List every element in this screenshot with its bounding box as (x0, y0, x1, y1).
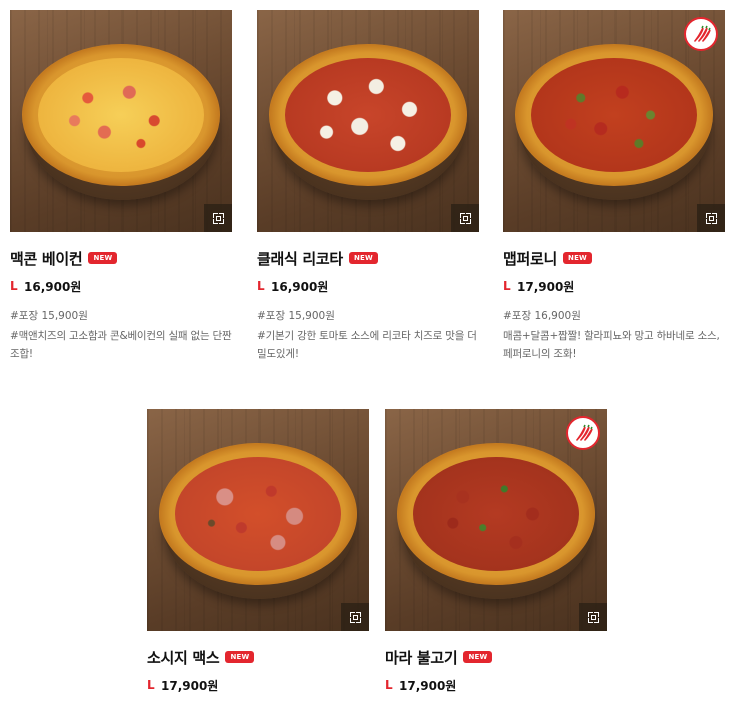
price: 17,900원 (399, 678, 457, 693)
pizza-image (22, 44, 220, 186)
product-card-mala-bulgogi[interactable]: 마라 불고기 NEW L 17,900원 (385, 409, 607, 694)
product-description: 매콤+달콤+짭짤! 할라피뇨와 망고 하바네로 소스, 페퍼로니의 조화! (503, 330, 720, 360)
pizza-image (515, 44, 713, 186)
pizza-image (159, 443, 357, 585)
product-card-mappeoroni[interactable]: 맵퍼로니 NEW L 17,900원 #포장 16,900원 매콤+달콤+짭짤!… (503, 10, 725, 363)
spicy-pepper-icon (684, 17, 718, 51)
pack-price: #포장 15,900원 (257, 310, 335, 322)
price-row: L 16,900원 (10, 277, 232, 295)
zoom-button[interactable] (697, 204, 725, 232)
product-image[interactable] (10, 10, 232, 232)
product-name[interactable]: 클래식 리코타 (257, 248, 343, 269)
size-label: L (385, 678, 393, 692)
size-label: L (257, 279, 265, 293)
zoom-icon (349, 611, 361, 623)
product-title-row: 클래식 리코타 NEW (257, 247, 479, 269)
zoom-button[interactable] (341, 603, 369, 631)
zoom-button[interactable] (451, 204, 479, 232)
product-card-sausage-max[interactable]: 소시지 맥스 NEW L 17,900원 (147, 409, 369, 694)
product-description: #기본기 강한 토마토 소스에 리코타 치즈로 맛을 더 밀도있게! (257, 330, 477, 360)
product-title-row: 마라 불고기 NEW (385, 646, 607, 668)
price-row: L 17,900원 (385, 676, 607, 694)
product-description: #맥앤치즈의 고소함과 콘&베이컨의 실패 없는 단짠 조합! (10, 330, 232, 360)
product-card-classic-ricotta[interactable]: 클래식 리코타 NEW L 16,900원 #포장 15,900원 #기본기 강… (257, 10, 479, 363)
price: 16,900원 (271, 279, 329, 294)
price: 16,900원 (24, 279, 82, 294)
price-row: L 17,900원 (503, 277, 725, 295)
product-image[interactable] (385, 409, 607, 631)
zoom-icon (705, 212, 717, 224)
price-row: L 17,900원 (147, 676, 369, 694)
spicy-pepper-icon (566, 416, 600, 450)
product-name[interactable]: 소시지 맥스 (147, 647, 220, 668)
zoom-icon (459, 212, 471, 224)
product-image[interactable] (147, 409, 369, 631)
product-title-row: 맥콘 베이컨 NEW (10, 247, 232, 269)
product-card-macncheese-bacon[interactable]: 맥콘 베이컨 NEW L 16,900원 #포장 15,900원 #맥앤치즈의 … (10, 10, 232, 363)
product-image[interactable] (257, 10, 479, 232)
new-badge: NEW (225, 651, 255, 663)
product-name[interactable]: 맵퍼로니 (503, 248, 557, 269)
pizza-image (269, 44, 467, 186)
product-image[interactable] (503, 10, 725, 232)
new-badge: NEW (463, 651, 493, 663)
price: 17,900원 (161, 678, 219, 693)
product-title-row: 소시지 맥스 NEW (147, 646, 369, 668)
zoom-button[interactable] (204, 204, 232, 232)
pack-price: #포장 16,900원 (503, 310, 581, 322)
zoom-icon (587, 611, 599, 623)
price-row: L 16,900원 (257, 277, 479, 295)
zoom-button[interactable] (579, 603, 607, 631)
size-label: L (10, 279, 18, 293)
product-title-row: 맵퍼로니 NEW (503, 247, 725, 269)
product-name[interactable]: 맥콘 베이컨 (10, 248, 83, 269)
zoom-icon (212, 212, 224, 224)
new-badge: NEW (88, 252, 118, 264)
product-name[interactable]: 마라 불고기 (385, 647, 458, 668)
size-label: L (503, 279, 511, 293)
price: 17,900원 (517, 279, 575, 294)
size-label: L (147, 678, 155, 692)
pack-price: #포장 15,900원 (10, 310, 88, 322)
new-badge: NEW (348, 252, 378, 264)
new-badge: NEW (563, 252, 592, 264)
pizza-image (397, 443, 595, 585)
